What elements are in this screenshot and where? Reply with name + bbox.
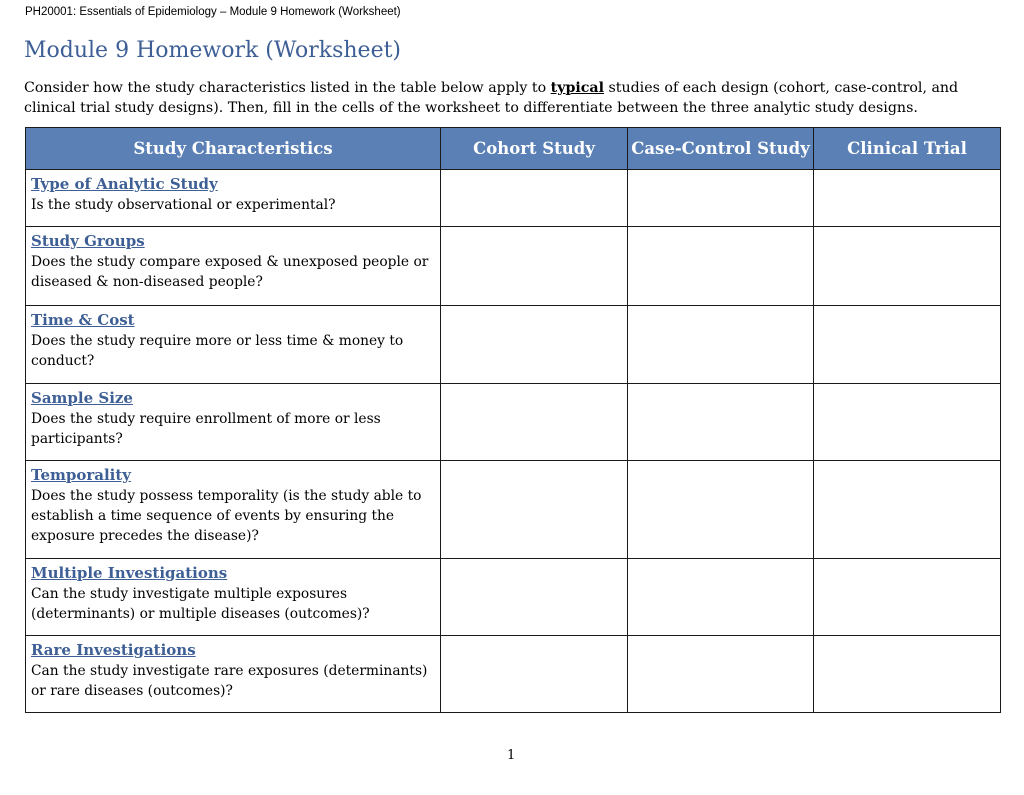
table-row: Multiple Investigations Can the study in… bbox=[25, 558, 1001, 636]
characteristic-question: Does the study possess temporality (is t… bbox=[31, 488, 422, 544]
case-control-answer-cell[interactable] bbox=[627, 460, 814, 559]
clinical-trial-answer-cell[interactable] bbox=[813, 635, 1001, 713]
characteristic-title: Rare Investigations bbox=[31, 641, 196, 659]
table-row: Sample Size Does the study require enrol… bbox=[25, 383, 1001, 461]
characteristic-title: Time & Cost bbox=[31, 311, 135, 329]
table-row: Rare Investigations Can the study invest… bbox=[25, 635, 1001, 713]
header-study-characteristics: Study Characteristics bbox=[25, 127, 441, 170]
characteristic-question: Can the study investigate multiple expos… bbox=[31, 586, 370, 622]
table-row: Type of Analytic Study Is the study obse… bbox=[25, 169, 1001, 227]
table-row: Study Groups Does the study compare expo… bbox=[25, 226, 1001, 306]
table-row: Time & Cost Does the study require more … bbox=[25, 305, 1001, 384]
characteristic-title: Multiple Investigations bbox=[31, 564, 228, 582]
characteristic-cell: Temporality Does the study possess tempo… bbox=[25, 460, 441, 559]
case-control-answer-cell[interactable] bbox=[627, 169, 814, 227]
clinical-trial-answer-cell[interactable] bbox=[813, 305, 1001, 384]
clinical-trial-answer-cell[interactable] bbox=[813, 558, 1001, 636]
characteristic-question: Can the study investigate rare exposures… bbox=[31, 663, 428, 699]
characteristic-question: Does the study require enrollment of mor… bbox=[31, 411, 381, 447]
characteristic-cell: Multiple Investigations Can the study in… bbox=[25, 558, 441, 636]
cohort-answer-cell[interactable] bbox=[440, 460, 628, 559]
case-control-answer-cell[interactable] bbox=[627, 383, 814, 461]
header-case-control-study: Case-Control Study bbox=[627, 127, 814, 170]
characteristic-title: Temporality bbox=[31, 466, 132, 484]
page-number: 1 bbox=[507, 748, 516, 763]
characteristic-cell: Time & Cost Does the study require more … bbox=[25, 305, 441, 384]
instructions-paragraph: Consider how the study characteristics l… bbox=[24, 78, 1004, 118]
clinical-trial-answer-cell[interactable] bbox=[813, 169, 1001, 227]
characteristic-question: Is the study observational or experiment… bbox=[31, 197, 336, 213]
instructions-text-start: Consider how the study characteristics l… bbox=[24, 80, 551, 96]
characteristic-cell: Type of Analytic Study Is the study obse… bbox=[25, 169, 441, 227]
characteristic-cell: Study Groups Does the study compare expo… bbox=[25, 226, 441, 306]
case-control-answer-cell[interactable] bbox=[627, 305, 814, 384]
characteristic-title: Sample Size bbox=[31, 389, 133, 407]
case-control-answer-cell[interactable] bbox=[627, 635, 814, 713]
cohort-answer-cell[interactable] bbox=[440, 305, 628, 384]
characteristic-title: Type of Analytic Study bbox=[31, 175, 218, 193]
case-control-answer-cell[interactable] bbox=[627, 226, 814, 306]
characteristic-question: Does the study require more or less time… bbox=[31, 333, 404, 369]
header-cohort-study: Cohort Study bbox=[440, 127, 628, 170]
worksheet-table: Study Characteristics Cohort Study Case-… bbox=[25, 127, 1001, 713]
header-clinical-trial: Clinical Trial bbox=[813, 127, 1001, 170]
characteristic-question: Does the study compare exposed & unexpos… bbox=[31, 254, 429, 290]
cohort-answer-cell[interactable] bbox=[440, 635, 628, 713]
cohort-answer-cell[interactable] bbox=[440, 169, 628, 227]
clinical-trial-answer-cell[interactable] bbox=[813, 383, 1001, 461]
characteristic-cell: Rare Investigations Can the study invest… bbox=[25, 635, 441, 713]
table-row: Temporality Does the study possess tempo… bbox=[25, 460, 1001, 559]
clinical-trial-answer-cell[interactable] bbox=[813, 226, 1001, 306]
characteristic-title: Study Groups bbox=[31, 232, 145, 250]
case-control-answer-cell[interactable] bbox=[627, 558, 814, 636]
characteristic-cell: Sample Size Does the study require enrol… bbox=[25, 383, 441, 461]
cohort-answer-cell[interactable] bbox=[440, 226, 628, 306]
cohort-answer-cell[interactable] bbox=[440, 383, 628, 461]
running-header: PH20001: Essentials of Epidemiology – Mo… bbox=[25, 6, 401, 18]
clinical-trial-answer-cell[interactable] bbox=[813, 460, 1001, 559]
cohort-answer-cell[interactable] bbox=[440, 558, 628, 636]
table-header-row: Study Characteristics Cohort Study Case-… bbox=[25, 127, 1001, 170]
instructions-emphasis: typical bbox=[550, 80, 604, 96]
page-title: Module 9 Homework (Worksheet) bbox=[24, 38, 402, 63]
